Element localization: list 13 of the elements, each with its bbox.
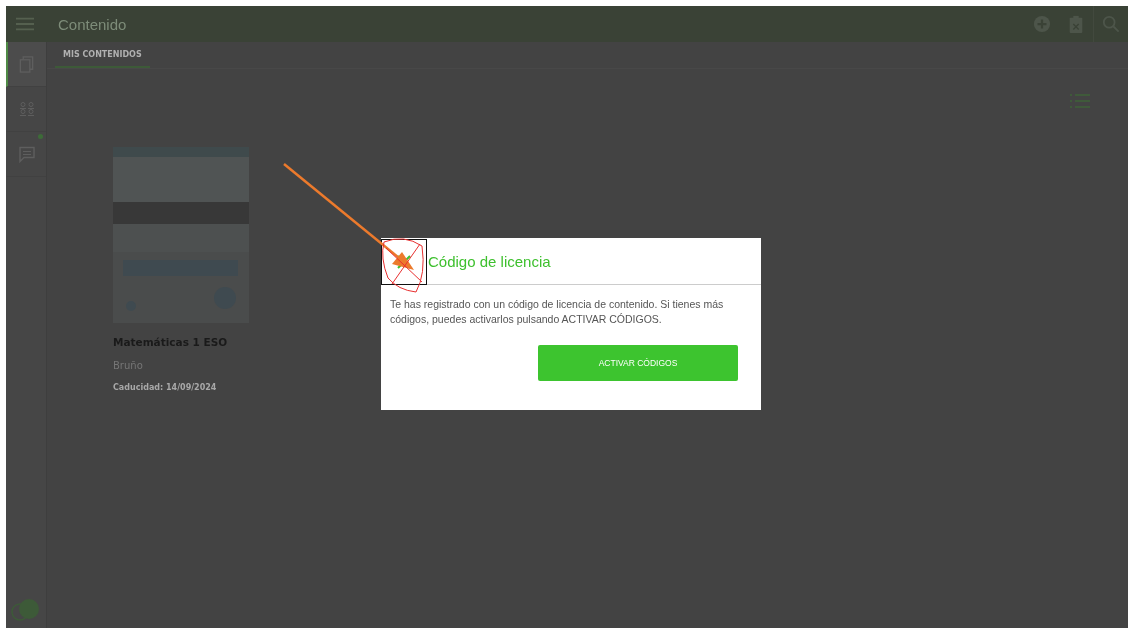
- chat-icon: [19, 145, 35, 163]
- page-title: Contenido: [58, 15, 127, 33]
- dialog-title: Código de licencia: [428, 252, 551, 270]
- menu-icon[interactable]: [16, 17, 34, 31]
- book-expiry: Caducidad: 14/09/2024: [113, 383, 218, 392]
- people-icon: [19, 100, 35, 118]
- activate-codes-button[interactable]: ACTIVAR CÓDIGOS: [538, 345, 738, 381]
- tab[interactable]: MIS CONTENIDOS: [55, 42, 150, 68]
- annotation-scribble: [382, 238, 424, 293]
- sidebar-item[interactable]: [6, 42, 46, 87]
- close-icon: [397, 255, 411, 269]
- dialog-message: Te has registrado con un código de licencia de contenido. Si tienes más códigos, puedes activarlos pulsando ACTIVAR CÓDIGOS.: [390, 297, 725, 327]
- sidebar-item[interactable]: [6, 132, 46, 177]
